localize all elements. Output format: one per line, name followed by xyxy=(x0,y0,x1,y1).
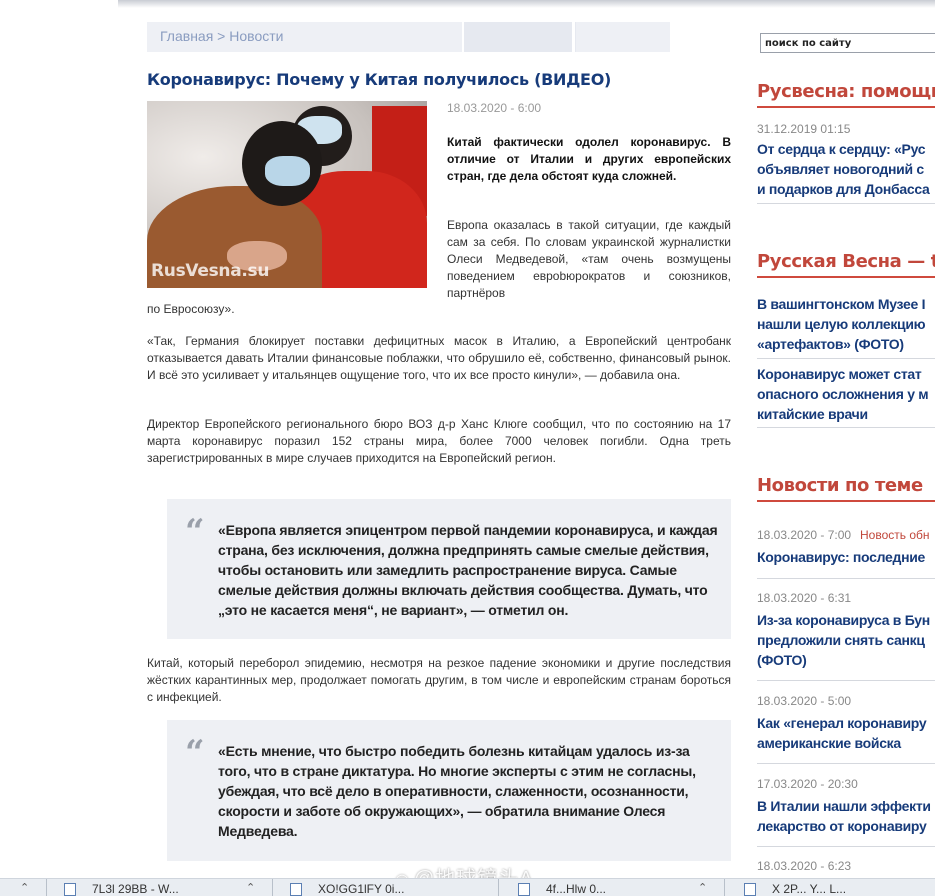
document-icon xyxy=(744,883,756,896)
search-input[interactable] xyxy=(760,33,935,53)
document-icon xyxy=(64,883,76,896)
blockquote-text: «Есть мнение, что быстро победить болезн… xyxy=(218,743,696,839)
sidebar-title-rule xyxy=(757,276,935,278)
sidebar-title-rule xyxy=(757,106,935,108)
taskbar-separator xyxy=(724,879,725,896)
sidebar-link-line: В вашингтонском Музее I xyxy=(757,296,926,312)
news-link-line: (ФОТО) xyxy=(757,652,807,668)
sidebar-divider xyxy=(757,846,935,847)
chevron-up-icon[interactable]: ⌃ xyxy=(246,881,255,894)
sidebar-divider xyxy=(757,578,935,579)
taskbar-item[interactable]: X 2P... Y... L... xyxy=(772,882,846,896)
article-paragraph: «Так, Германия блокирует поставки дефици… xyxy=(147,334,731,382)
sidebar-link-line: «артефактов» (ФОТО) xyxy=(757,336,904,352)
quote-mark-icon: “ xyxy=(185,512,205,552)
breadcrumb-home-link[interactable]: Главная xyxy=(160,28,213,44)
photo-face-mask-shape xyxy=(265,156,310,186)
taskbar-separator xyxy=(46,879,47,896)
news-item-link[interactable]: Коронавирус: последние xyxy=(757,547,935,567)
taskbar-item[interactable]: XO!GG1lFY 0i... xyxy=(318,882,404,896)
sidebar-block-title[interactable]: Русская Весна — the xyxy=(757,251,935,272)
photo-watermark: RusVesna.su xyxy=(151,261,270,281)
blockquote-text: «Европа является эпицентром первой панде… xyxy=(218,522,718,618)
sidebar-item-link[interactable]: Коронавирус может стат опасного осложнен… xyxy=(757,364,935,424)
article-paragraph: Европа оказалась в такой ситуации, где к… xyxy=(447,218,731,300)
breadcrumb-separator: > xyxy=(213,28,230,44)
article-paragraph: Директор Европейского регионального бюро… xyxy=(147,417,731,465)
taskbar-item[interactable]: 7L3l 29BB - W... xyxy=(92,882,179,896)
news-link-line: Как «генерал коронавиру xyxy=(757,715,927,731)
sidebar-divider xyxy=(757,358,935,359)
sidebar-item-link[interactable]: В вашингтонском Музее I нашли целую колл… xyxy=(757,294,935,354)
article-paragraph: Китай, который переборол эпидемию, несмо… xyxy=(147,656,731,704)
chevron-up-icon[interactable]: ⌃ xyxy=(20,881,29,894)
news-item-date: 18.03.2020 - 6:23 xyxy=(757,859,852,873)
news-link-line: Из-за коронавируса в Бун xyxy=(757,612,930,628)
breadcrumb-bar: Главная > Новости xyxy=(147,22,690,52)
news-link-line: лекарство от коронавиру xyxy=(757,818,927,834)
sidebar-link-line: объявляет новогодний с xyxy=(757,161,924,177)
taskbar-separator xyxy=(272,879,273,896)
article-date: 18.03.2020 - 6:00 xyxy=(447,101,542,115)
sidebar-block-title[interactable]: Русвесна: помощь Д xyxy=(757,81,935,102)
blockquote: “ «Есть мнение, что быстро победить боле… xyxy=(167,720,731,861)
sidebar-link-line: китайские врачи xyxy=(757,406,868,422)
article-title[interactable]: Коронавирус: Почему у Китая получилось (… xyxy=(147,70,611,89)
news-link-line: В Италии нашли эффекти xyxy=(757,798,931,814)
news-item-link[interactable]: В Италии нашли эффекти лекарство от коро… xyxy=(757,796,935,836)
breadcrumb-bar-segment xyxy=(462,22,576,52)
breadcrumb-section-link[interactable]: Новости xyxy=(229,28,283,44)
sidebar-block-title: Новости по теме xyxy=(757,475,923,496)
sidebar-link-line: и подарков для Донбасса xyxy=(757,181,930,197)
sidebar-divider xyxy=(757,203,935,204)
taskbar-separator xyxy=(498,879,499,896)
taskbar: ⌃ 7L3l 29BB - W... ⌃ XO!GG1lFY 0i... 4f.… xyxy=(0,878,935,896)
news-link-line: американские войска xyxy=(757,735,901,751)
article-photo[interactable]: RusVesna.su xyxy=(147,101,427,288)
breadcrumb: Главная > Новости xyxy=(160,28,283,44)
news-link-line: Коронавирус: последние xyxy=(757,549,926,565)
sidebar-item-date: 31.12.2019 01:15 xyxy=(757,122,851,136)
chevron-up-icon[interactable]: ⌃ xyxy=(698,881,707,894)
article-paragraph-tail: по Евросоюзу». xyxy=(147,302,235,316)
sidebar-title-rule xyxy=(757,500,935,502)
sidebar-item-link[interactable]: От сердца к сердцу: «Рус объявляет новог… xyxy=(757,139,935,199)
sidebar-divider xyxy=(757,680,935,681)
news-item-date: 18.03.2020 - 6:31 xyxy=(757,591,852,605)
document-icon xyxy=(518,883,530,896)
breadcrumb-bar-segment xyxy=(687,22,690,52)
sidebar-divider xyxy=(757,763,935,764)
quote-mark-icon: “ xyxy=(185,733,205,773)
sidebar-link-line: От сердца к сердцу: «Рус xyxy=(757,141,926,157)
blockquote: “ «Европа является эпицентром первой пан… xyxy=(167,499,731,639)
top-shadow-line xyxy=(118,0,935,8)
taskbar-item[interactable]: 4f...Hlw 0... xyxy=(546,882,606,896)
news-link-line: предложили снять санкц xyxy=(757,632,925,648)
sidebar-divider xyxy=(757,427,935,428)
news-item-link[interactable]: Из-за коронавируса в Бун предложили снят… xyxy=(757,610,935,670)
sidebar-link-line: Коронавирус может стат xyxy=(757,366,922,382)
news-item-tag[interactable]: Новость обн xyxy=(860,528,930,542)
news-item-date: 18.03.2020 - 7:00 xyxy=(757,528,852,542)
breadcrumb-bar-segment xyxy=(572,22,575,52)
article-lead: Китай фактически одолел коронавирус. В о… xyxy=(447,135,731,183)
sidebar-link-line: опасного осложнения у м xyxy=(757,386,929,402)
document-icon xyxy=(290,883,302,896)
news-item-date: 17.03.2020 - 20:30 xyxy=(757,777,858,791)
news-item-date: 18.03.2020 - 5:00 xyxy=(757,694,852,708)
news-item-link[interactable]: Как «генерал коронавиру американские вой… xyxy=(757,713,935,753)
sidebar-link-line: нашли целую коллекцию xyxy=(757,316,926,332)
